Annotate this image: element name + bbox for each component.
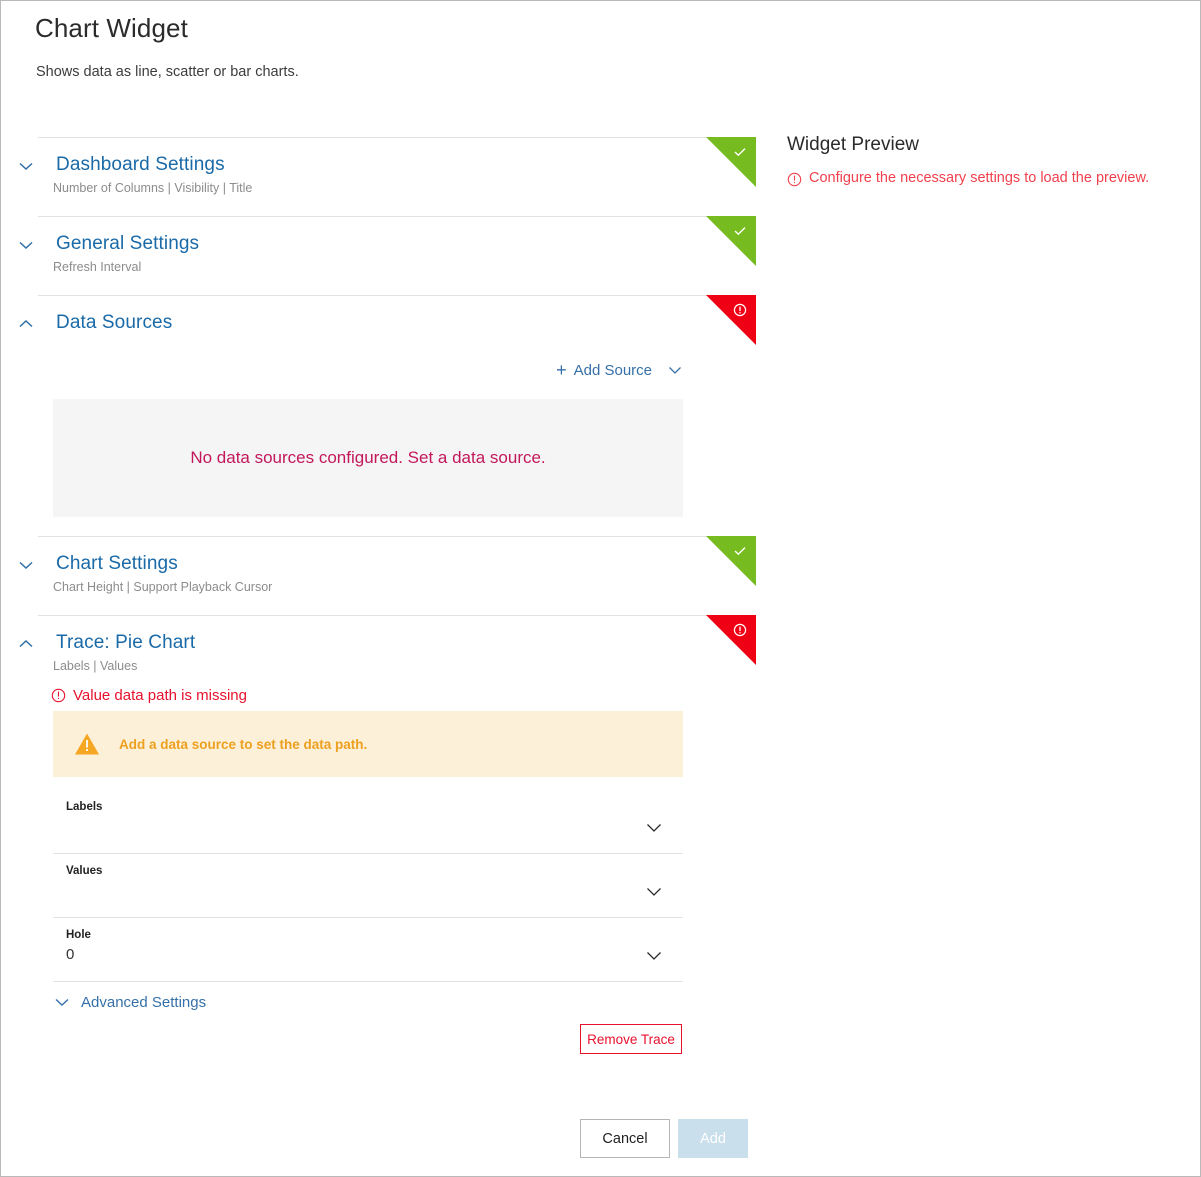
chevron-up-icon[interactable] [17,635,35,653]
chevron-up-icon[interactable] [17,315,35,333]
field-values[interactable]: Values [53,855,683,918]
chart-widget-dialog: Chart Widget Shows data as line, scatter… [0,0,1201,1177]
section-title[interactable]: Chart Settings [56,553,178,575]
status-badge-error [706,295,756,345]
error-circle-icon [787,172,802,187]
section-title[interactable]: Dashboard Settings [56,154,225,176]
chevron-down-icon[interactable] [17,556,35,574]
section-divider [38,216,756,217]
trace-error-label: Value data path is missing [73,687,247,704]
add-button[interactable]: Add [678,1119,748,1158]
field-value: 0 [66,946,75,963]
add-source-label: Add Source [573,361,652,379]
chevron-down-icon[interactable] [17,157,35,175]
check-icon [732,223,748,239]
check-icon [732,144,748,160]
status-triangle [706,295,756,345]
preview-message-label: Configure the necessary settings to load… [809,170,1150,186]
section-divider [38,536,756,537]
section-title[interactable]: General Settings [56,233,199,255]
status-triangle [706,536,756,586]
status-badge-valid [706,137,756,187]
field-hole[interactable]: Hole 0 [53,919,683,982]
chevron-down-icon[interactable] [667,362,683,378]
chevron-down-icon[interactable] [644,818,664,838]
error-circle-icon [51,688,66,703]
plus-icon: + [556,360,567,380]
advanced-settings-toggle[interactable]: Advanced Settings [53,993,206,1011]
trace-error-message: Value data path is missing [51,687,247,704]
section-title[interactable]: Trace: Pie Chart [56,632,195,654]
empty-state-message: No data sources configured. Set a data s… [190,448,546,467]
trace-warning-banner: Add a data source to set the data path. [53,711,683,777]
check-icon [732,543,748,559]
status-badge-valid [706,536,756,586]
status-triangle [706,216,756,266]
warning-triangle-icon [74,732,100,756]
section-divider [38,295,756,296]
add-source-button[interactable]: + Add Source [556,361,683,379]
chevron-down-icon[interactable] [644,946,664,966]
error-exclamation-icon [732,302,748,318]
chevron-down-icon[interactable] [17,236,35,254]
preview-title: Widget Preview [787,134,919,155]
advanced-settings-label: Advanced Settings [81,993,207,1011]
status-badge-valid [706,216,756,266]
chevron-down-icon[interactable] [644,882,664,902]
chevron-down-icon [53,993,71,1011]
section-subtitle: Refresh Interval [53,260,142,274]
remove-trace-button[interactable]: Remove Trace [580,1024,682,1054]
section-divider [38,615,756,616]
status-triangle [706,137,756,187]
preview-message: Configure the necessary settings to load… [787,170,1149,187]
section-title[interactable]: Data Sources [56,312,172,334]
data-sources-empty-state: No data sources configured. Set a data s… [53,399,683,517]
field-labels[interactable]: Labels [53,791,683,854]
status-badge-error [706,615,756,665]
cancel-button[interactable]: Cancel [580,1119,670,1158]
field-label: Values [66,865,103,877]
status-triangle [706,615,756,665]
trace-warning-label: Add a data source to set the data path. [119,736,368,752]
section-subtitle: Chart Height | Support Playback Cursor [53,580,273,594]
field-label: Hole [66,929,91,941]
section-subtitle: Number of Columns | Visibility | Title [53,181,253,195]
settings-panel: Dashboard Settings Number of Columns | V… [1,1,771,1176]
section-divider [38,137,756,138]
error-exclamation-icon [732,622,748,638]
field-label: Labels [66,801,103,813]
section-subtitle: Labels | Values [53,659,138,673]
